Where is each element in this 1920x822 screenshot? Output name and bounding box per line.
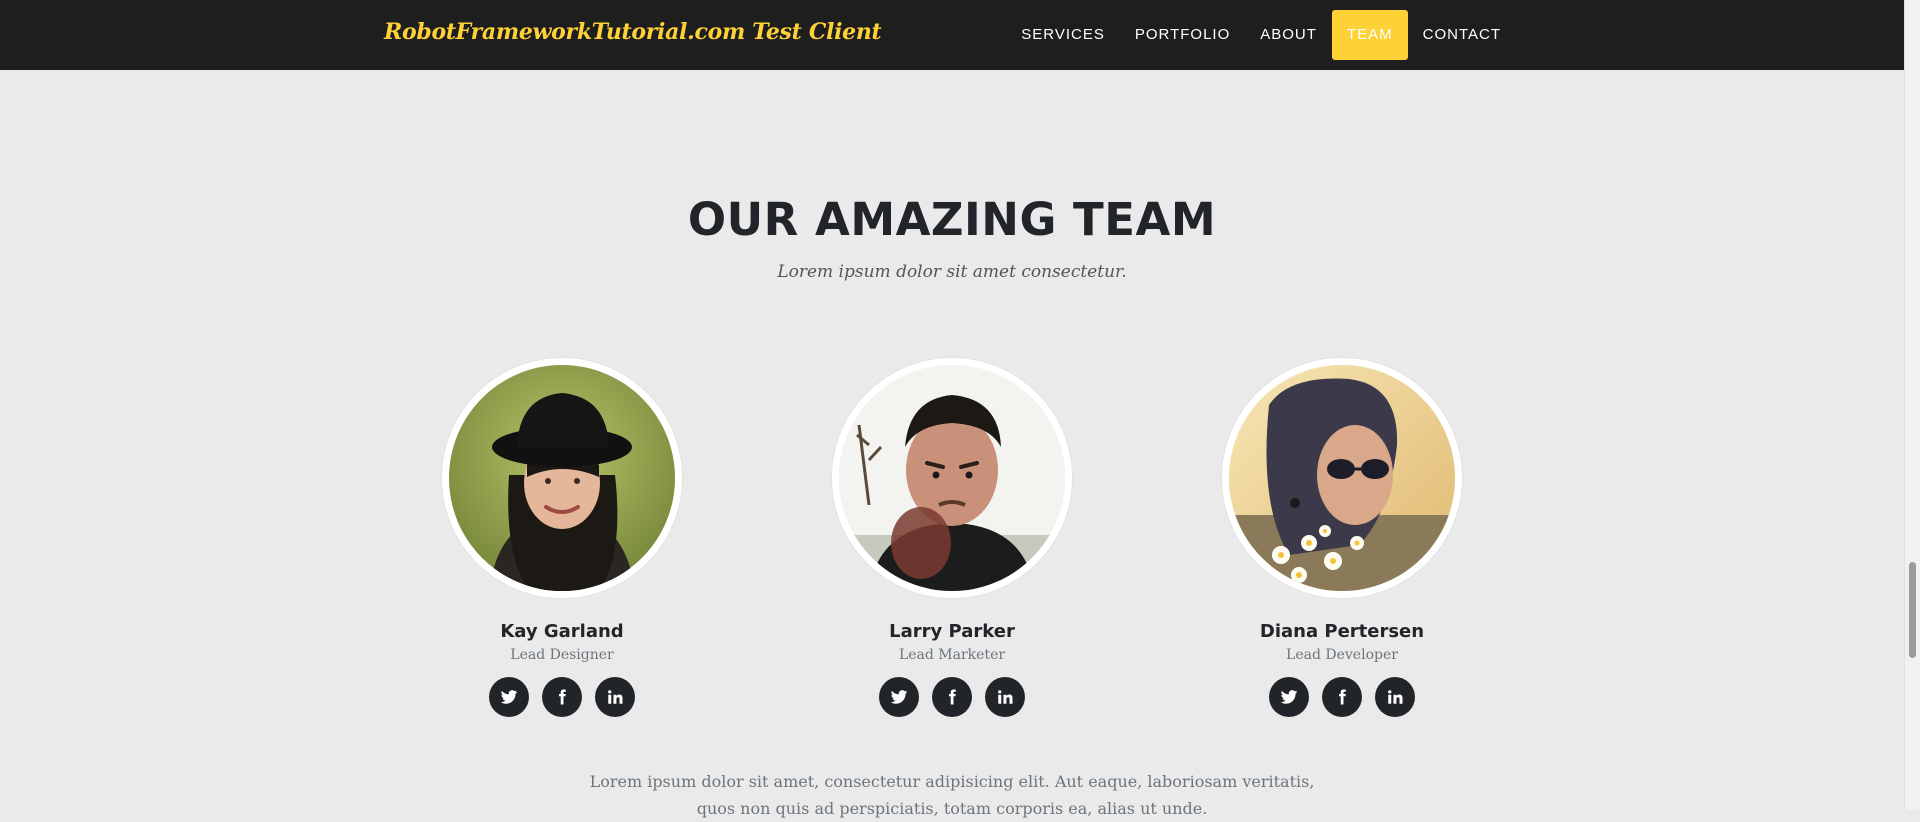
team-member-card: Diana Pertersen Lead Developer [1222,358,1462,717]
member-name: Kay Garland [500,621,624,642]
social-links [442,677,682,717]
nav-item-services[interactable]: SERVICES [1006,10,1120,60]
linkedin-icon [998,690,1013,704]
main-nav: SERVICES PORTFOLIO ABOUT TEAM CONTACT [1006,10,1516,60]
team-member-card: Kay Garland Lead Designer [442,358,682,717]
facebook-icon [1339,689,1346,705]
social-links [1222,677,1462,717]
member-photo [442,358,682,598]
brand-logo-link[interactable]: RobotFrameworkTutorial.com Test Client [384,19,882,45]
member-name: Larry Parker [889,621,1015,642]
nav-item-team[interactable]: TEAM [1331,10,1408,60]
linkedin-button[interactable] [1375,677,1415,717]
page-scrollbar[interactable] [1904,0,1920,810]
social-links [832,677,1072,717]
linkedin-button[interactable] [595,677,635,717]
team-lead-text: Lorem ipsum dolor sit amet, consectetur … [589,772,1315,818]
portrait-man-pointing [839,365,1065,591]
portrait-woman-sunglasses [1229,365,1455,591]
nav-item-portfolio[interactable]: PORTFOLIO [1120,10,1245,60]
member-role: Lead Developer [1286,647,1398,663]
portrait-woman-hat [449,365,675,591]
nav-item-contact[interactable]: CONTACT [1408,10,1516,60]
twitter-button[interactable] [489,677,529,717]
facebook-icon [949,689,956,705]
facebook-icon [559,689,566,705]
facebook-button[interactable] [932,677,972,717]
twitter-icon [500,690,518,704]
member-photo [832,358,1072,598]
team-member-card: Larry Parker Lead Marketer [832,358,1072,717]
twitter-icon [890,690,908,704]
section-title: OUR AMAZING TEAM [687,193,1217,246]
scrollbar-thumb[interactable] [1909,562,1916,658]
top-navbar: RobotFrameworkTutorial.com Test Client S… [0,0,1904,70]
facebook-button[interactable] [542,677,582,717]
facebook-button[interactable] [1322,677,1362,717]
member-name: Diana Pertersen [1259,621,1425,642]
twitter-icon [1280,690,1298,704]
twitter-button[interactable] [879,677,919,717]
nav-item-about[interactable]: ABOUT [1245,10,1332,60]
linkedin-icon [608,690,623,704]
section-subtitle: Lorem ipsum dolor sit amet consectetur. [777,262,1127,282]
linkedin-button[interactable] [985,677,1025,717]
twitter-button[interactable] [1269,677,1309,717]
member-photo [1222,358,1462,598]
linkedin-icon [1388,690,1403,704]
member-role: Lead Marketer [898,647,1006,663]
member-role: Lead Designer [510,647,614,663]
